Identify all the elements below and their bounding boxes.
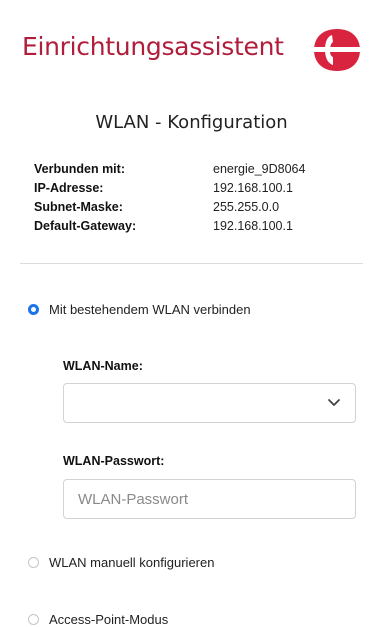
wlan-password-label: WLAN-Passwort:	[63, 454, 165, 468]
radio-existing-wlan[interactable]: Mit bestehendem WLAN verbinden	[28, 302, 251, 317]
info-row-gateway: Default-Gateway: 192.168.100.1	[34, 219, 364, 238]
divider	[20, 263, 363, 264]
info-key: Verbunden mit:	[34, 162, 125, 176]
radio-label: Mit bestehendem WLAN verbinden	[49, 302, 251, 317]
info-key: Default-Gateway:	[34, 219, 137, 233]
wlan-name-select[interactable]	[63, 383, 356, 423]
wlan-name-label: WLAN-Name:	[63, 359, 143, 373]
radio-indicator[interactable]	[28, 614, 39, 625]
info-row-subnet: Subnet-Maske: 255.255.0.0	[34, 200, 364, 219]
info-value: energie_9D8064	[213, 162, 306, 176]
info-key: Subnet-Maske:	[34, 200, 123, 214]
info-key: IP-Adresse:	[34, 181, 104, 195]
wlan-password-input[interactable]	[63, 479, 356, 519]
radio-indicator[interactable]	[28, 557, 39, 568]
connection-info: Verbunden mit: energie_9D8064 IP-Adresse…	[34, 162, 364, 238]
radio-manual-config[interactable]: WLAN manuell konfigurieren	[28, 555, 214, 570]
app-title: Einrichtungsassistent	[22, 32, 284, 61]
radio-indicator[interactable]	[28, 304, 39, 315]
info-row-ip: IP-Adresse: 192.168.100.1	[34, 181, 364, 200]
info-value: 192.168.100.1	[213, 181, 293, 195]
radio-label: WLAN manuell konfigurieren	[49, 555, 215, 570]
info-value: 255.255.0.0	[213, 200, 280, 214]
header: Einrichtungsassistent	[0, 0, 383, 100]
brand-logo-icon	[312, 29, 362, 71]
info-row-connected: Verbunden mit: energie_9D8064	[34, 162, 364, 181]
section-title: WLAN - Konfiguration	[95, 112, 288, 133]
info-value: 192.168.100.1	[213, 219, 293, 233]
chevron-down-icon	[328, 399, 340, 406]
